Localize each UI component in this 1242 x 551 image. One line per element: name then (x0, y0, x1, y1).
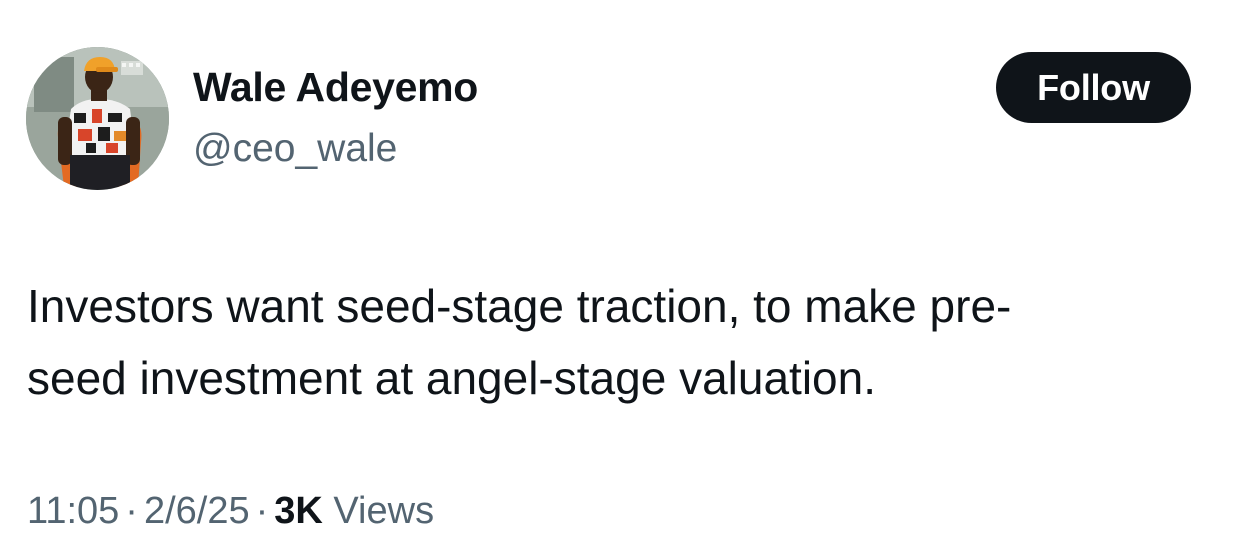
avatar[interactable] (26, 47, 169, 190)
views-count: 3K (274, 490, 323, 532)
tweet-text-line: Investors want seed-stage traction, to m… (27, 280, 1012, 332)
tweet-text-line: seed investment at angel-stage valuation… (27, 352, 876, 404)
avatar-photo (26, 47, 169, 190)
tweet-meta: 11:05 · 2/6/25 · 3K Views (27, 490, 434, 533)
follow-button[interactable]: Follow (996, 52, 1191, 123)
author-display-name[interactable]: Wale Adeyemo (193, 64, 478, 111)
meta-separator: · (125, 490, 138, 532)
tweet-date[interactable]: 2/6/25 (144, 490, 250, 532)
tweet-text: Investors want seed-stage traction, to m… (27, 270, 1227, 414)
views-label: Views (333, 490, 435, 532)
meta-separator: · (255, 490, 269, 532)
author-handle[interactable]: @ceo_wale (193, 127, 397, 171)
tweet-card: Wale Adeyemo @ceo_wale Follow Investors … (0, 0, 1242, 551)
tweet-time[interactable]: 11:05 (27, 490, 119, 532)
